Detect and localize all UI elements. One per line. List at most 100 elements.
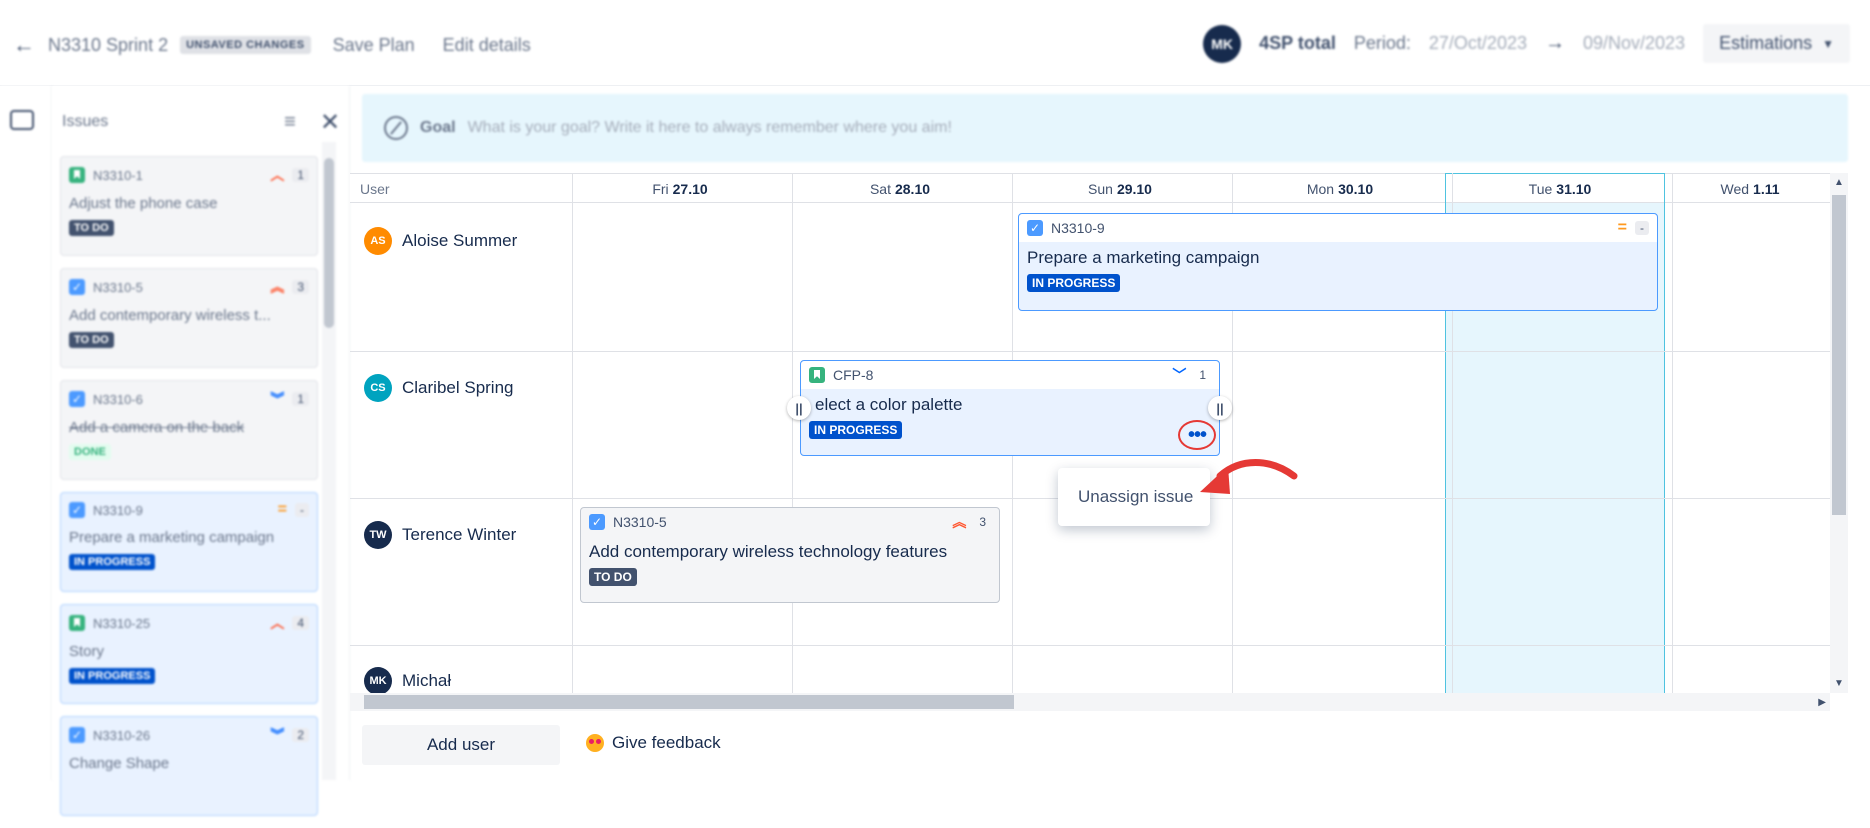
more-options-icon[interactable]: •••	[1178, 420, 1216, 450]
status-badge: TO DO	[69, 220, 114, 236]
estimate: 3	[979, 515, 986, 529]
edit-details-button[interactable]: Edit details	[443, 35, 531, 56]
day-header: Wed 1.11	[1670, 174, 1830, 204]
sp-total: 4SP total	[1259, 33, 1336, 53]
story-icon	[809, 367, 825, 383]
estimations-dropdown[interactable]: Estimations ▼	[1703, 24, 1850, 63]
list-item[interactable]: ✓ N3310-6 ︾ 1 Add a camera on the back DONE	[60, 380, 318, 480]
unsaved-badge: UNSAVED CHANGES	[180, 36, 311, 54]
resize-handle-left[interactable]: ||	[787, 396, 811, 420]
day-date: 27.10	[672, 181, 708, 197]
row-divider	[350, 351, 1830, 352]
issue-summary: Story	[69, 643, 105, 660]
issue-key: N3310-26	[93, 727, 151, 743]
grid-divider	[572, 173, 573, 693]
day-date: 29.10	[1116, 181, 1152, 197]
list-item[interactable]: ✓ N3310-9 = - Prepare a marketing campaign …	[60, 492, 318, 592]
add-user-button[interactable]: Add user	[362, 725, 560, 765]
card-title: Prepare a marketing campaign	[1027, 248, 1260, 267]
status-badge: IN PROGRESS	[1027, 274, 1121, 292]
goal-input[interactable]: What is your goal? Write it here to alwa…	[468, 119, 952, 137]
issue-summary: Prepare a marketing campaign	[69, 529, 275, 546]
task-icon: ✓	[69, 279, 85, 295]
issue-summary: Adjust the phone case	[69, 195, 218, 212]
estimate: -	[295, 503, 309, 517]
planning-grid: User Fri 27.10 Sat 28.10 Sun 29.10 Mon 30.10…	[350, 173, 1830, 693]
scrollbar-thumb[interactable]	[364, 695, 1014, 709]
list-item[interactable]: ✓ N3310-5 ︽ 3 Add contemporary wireless t..…	[60, 268, 318, 368]
story-icon	[69, 615, 85, 631]
period-start[interactable]: 27/Oct/2023	[1429, 33, 1527, 54]
card-header: ✓ N3310-9 = -	[1019, 214, 1657, 242]
priority-highest-icon: ︽	[952, 514, 967, 530]
card-header: CFP-8 ﹀ 1	[801, 361, 1219, 389]
goal-banner[interactable]: Goal What is your goal? Write it here to…	[362, 94, 1848, 162]
avatar: CS	[364, 374, 392, 402]
grid-horizontal-scrollbar[interactable]: ▶	[350, 693, 1830, 711]
left-rail	[0, 86, 52, 780]
user-row-header: CS Claribel Spring	[364, 374, 514, 402]
day-date: 28.10	[894, 181, 931, 197]
scrollbar-thumb[interactable]	[324, 158, 334, 328]
scrollbar-thumb[interactable]	[1832, 195, 1846, 515]
task-icon: ✓	[69, 391, 85, 407]
estimate: 1	[292, 168, 309, 182]
resize-handle-right[interactable]: ||	[1208, 396, 1232, 420]
grid-divider	[792, 173, 793, 693]
day-name: Wed	[1720, 181, 1750, 197]
story-icon	[69, 167, 85, 183]
compass-icon	[384, 116, 408, 140]
task-icon: ✓	[1027, 220, 1043, 236]
list-item[interactable]: N3310-25 ︿ 4 Story IN PROGRESS	[60, 604, 318, 704]
avatar: MK	[364, 667, 392, 693]
issue-key: N3310-25	[93, 615, 151, 631]
unassign-issue-menu-item[interactable]: Unassign issue	[1078, 487, 1193, 507]
task-icon: ✓	[69, 502, 85, 518]
estimate: 3	[292, 280, 309, 294]
issues-header: Issues ≡ ✕	[62, 106, 342, 138]
issues-scrollbar[interactable]	[322, 142, 336, 780]
grid-vertical-scrollbar[interactable]: ▲ ▼	[1830, 173, 1848, 693]
estimate: 4	[292, 616, 309, 630]
scroll-right-icon[interactable]: ▶	[1818, 697, 1826, 708]
card-title: elect a color palette	[815, 395, 963, 414]
issues-list: N3310-1 ︿ 1 Adjust the phone case TO DO ✓ N…	[60, 156, 318, 828]
close-icon[interactable]: ✕	[318, 108, 342, 137]
avatar: TW	[364, 521, 392, 549]
priority-medium-icon: =	[277, 501, 287, 518]
period-end[interactable]: 09/Nov/2023	[1583, 33, 1685, 54]
user-name: Claribel Spring	[402, 378, 514, 397]
board-icon[interactable]	[10, 110, 34, 130]
priority-lowest-icon: ︾	[270, 727, 285, 743]
sprint-meta: MK 4SP total Period: 27/Oct/2023 → 09/No…	[1203, 24, 1850, 63]
estimate: 2	[292, 728, 309, 742]
avatar[interactable]: MK	[1203, 24, 1242, 63]
plan-card[interactable]: ✓ N3310-5 ︽ 3 Add contemporary wireless …	[580, 507, 1000, 603]
priority-low-icon: ﹀	[1172, 367, 1187, 383]
issues-title: Issues	[62, 113, 109, 130]
issue-summary: Change Shape	[69, 755, 170, 772]
status-badge: IN PROGRESS	[69, 668, 156, 684]
day-name: Sat	[869, 181, 891, 197]
arrow-right-icon: →	[1544, 32, 1565, 54]
filter-icon[interactable]: ≡	[278, 111, 302, 134]
plan-card[interactable]: ✓ N3310-9 = - Prepare a marketing campai…	[1018, 213, 1658, 311]
grid-divider	[1672, 173, 1673, 693]
estimate: 1	[292, 392, 309, 406]
estimations-label: Estimations	[1719, 33, 1813, 53]
period-label: Period:	[1353, 33, 1411, 53]
row-divider	[350, 645, 1830, 646]
list-item[interactable]: ✓ N3310-26 ︾ 2 Change Shape	[60, 716, 318, 816]
issue-key: N3310-5	[93, 279, 143, 295]
heart-eyes-icon	[586, 734, 604, 752]
save-plan-button[interactable]: Save Plan	[333, 35, 415, 56]
back-arrow-icon[interactable]: ←	[12, 32, 36, 57]
scroll-down-icon[interactable]: ▼	[1834, 678, 1844, 689]
plan-card[interactable]: CFP-8 ﹀ 1 elect a color palette IN PROGR…	[800, 360, 1220, 456]
avatar: AS	[364, 227, 392, 255]
issue-key: N3310-9	[1051, 220, 1105, 236]
status-badge: IN PROGRESS	[69, 554, 156, 570]
scroll-up-icon[interactable]: ▲	[1834, 177, 1844, 188]
list-item[interactable]: N3310-1 ︿ 1 Adjust the phone case TO DO	[60, 156, 318, 256]
give-feedback-link[interactable]: Give feedback	[586, 733, 721, 753]
